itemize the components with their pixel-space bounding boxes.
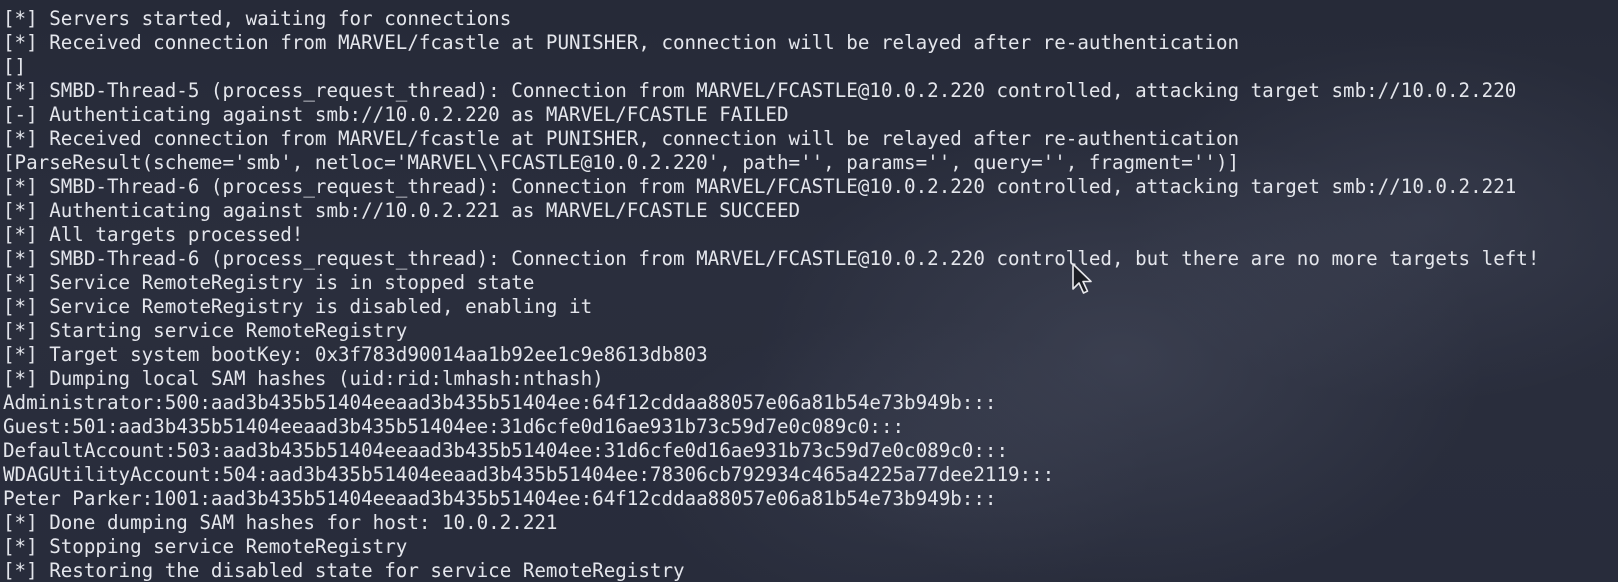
terminal-line: [*] Received connection from MARVEL/fcas… xyxy=(3,127,1240,150)
terminal-line: [*] Restoring the disabled state for ser… xyxy=(3,559,685,582)
terminal-line: [*] Stopping service RemoteRegistry xyxy=(3,535,408,558)
terminal-output[interactable]: [*] Servers started, waiting for connect… xyxy=(3,7,1539,582)
terminal-line: [*] Target system bootKey: 0x3f783d90014… xyxy=(3,343,708,366)
terminal-line: [*] Servers started, waiting for connect… xyxy=(3,7,512,30)
terminal-line: [ParseResult(scheme='smb', netloc='MARVE… xyxy=(3,151,1240,174)
terminal-line: DefaultAccount:503:aad3b435b51404eeaad3b… xyxy=(3,439,1009,462)
terminal-line: Administrator:500:aad3b435b51404eeaad3b4… xyxy=(3,391,997,414)
terminal-line: [*] Dumping local SAM hashes (uid:rid:lm… xyxy=(3,367,604,390)
terminal-line: [*] SMBD-Thread-6 (process_request_threa… xyxy=(3,175,1517,198)
terminal-line: [-] Authenticating against smb://10.0.2.… xyxy=(3,103,789,126)
terminal-line: [] xyxy=(3,55,27,78)
terminal-line: [*] Service RemoteRegistry is in stopped… xyxy=(3,271,535,294)
terminal-line: [*] All targets processed! xyxy=(3,223,304,246)
terminal-window[interactable]: [*] Servers started, waiting for connect… xyxy=(0,0,1618,582)
terminal-line: [*] SMBD-Thread-5 (process_request_threa… xyxy=(3,79,1517,102)
terminal-line: [*] Starting service RemoteRegistry xyxy=(3,319,408,342)
terminal-line: [*] SMBD-Thread-6 (process_request_threa… xyxy=(3,247,1540,270)
terminal-line: [*] Service RemoteRegistry is disabled, … xyxy=(3,295,593,318)
terminal-line: [*] Authenticating against smb://10.0.2.… xyxy=(3,199,801,222)
terminal-line: WDAGUtilityAccount:504:aad3b435b51404eea… xyxy=(3,463,1055,486)
terminal-line: Guest:501:aad3b435b51404eeaad3b435b51404… xyxy=(3,415,905,438)
terminal-line: [*] Done dumping SAM hashes for host: 10… xyxy=(3,511,558,534)
terminal-line: Peter Parker:1001:aad3b435b51404eeaad3b4… xyxy=(3,487,997,510)
mouse-pointer-icon xyxy=(1072,263,1092,294)
terminal-line: [*] Received connection from MARVEL/fcas… xyxy=(3,31,1240,54)
